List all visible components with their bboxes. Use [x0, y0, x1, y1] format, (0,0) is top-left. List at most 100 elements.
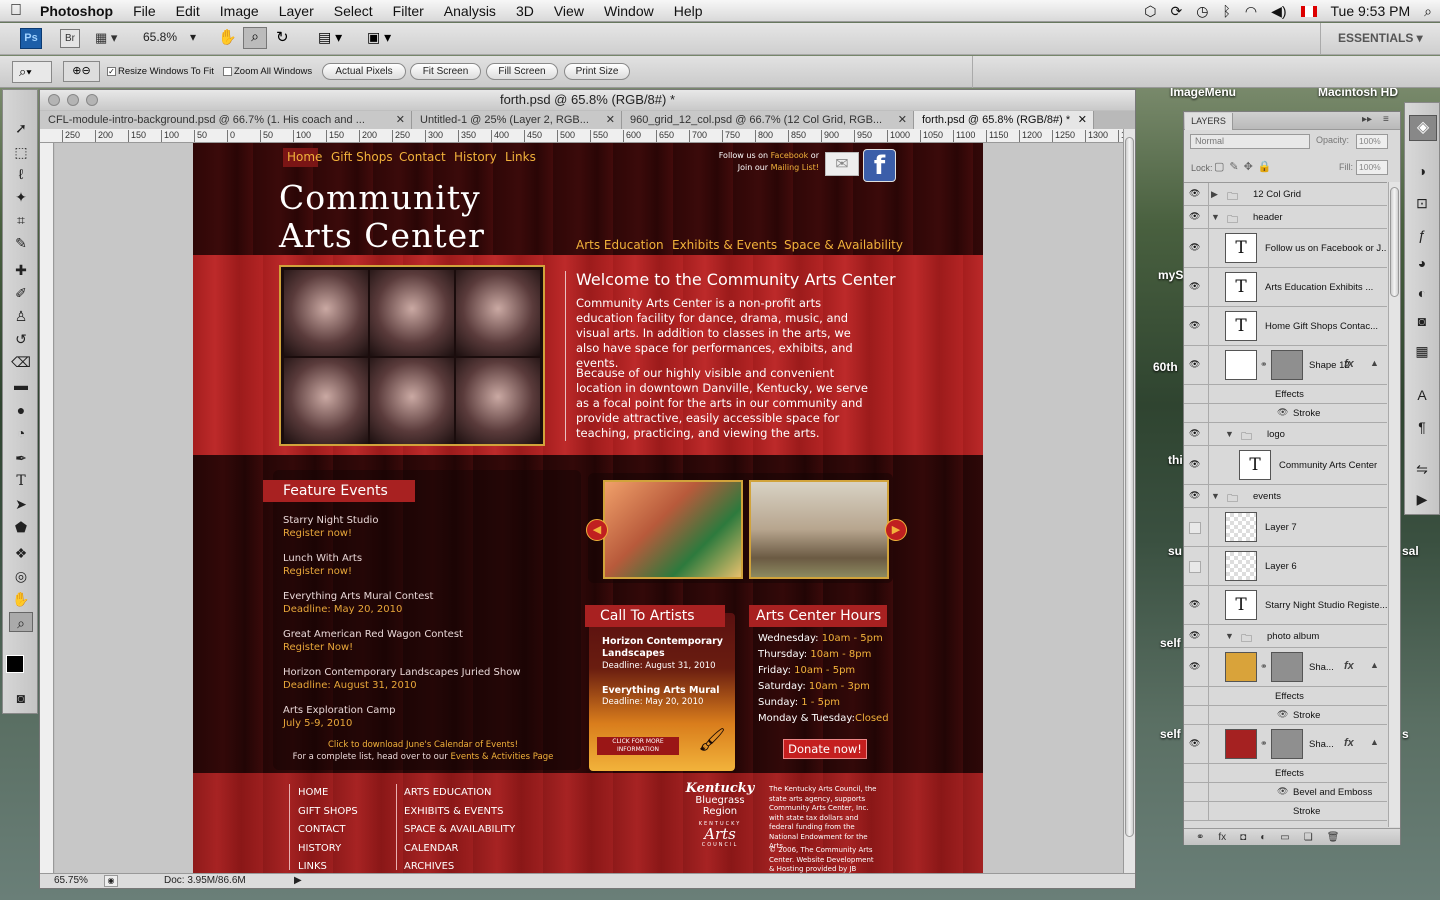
crop-tool-icon[interactable]: ⌗: [9, 210, 33, 230]
nav-contact[interactable]: Contact: [399, 150, 446, 164]
group-expand-icon[interactable]: ▼: [1211, 491, 1220, 501]
visibility-eye-icon[interactable]: 👁: [1189, 242, 1200, 253]
layers-scrollbar-thumb[interactable]: [1390, 187, 1399, 297]
facebook-icon[interactable]: f: [863, 149, 896, 182]
layer-row[interactable]: 👁 Bevel and Emboss: [1184, 783, 1387, 802]
desktop-icon-label[interactable]: s: [1402, 727, 1409, 741]
shape-tool-icon[interactable]: ⬟: [9, 517, 33, 537]
layer-style-icon[interactable]: fx: [1218, 832, 1226, 843]
menu-layer[interactable]: Layer: [269, 3, 324, 19]
eyedropper-tool-icon[interactable]: ✎: [9, 233, 33, 253]
menu-3d[interactable]: 3D: [506, 3, 544, 19]
3d-rotate-tool-icon[interactable]: ❖: [9, 543, 33, 563]
screen-mode-icon[interactable]: ▣ ▾: [367, 29, 391, 46]
link-layers-icon[interactable]: ⚭: [1196, 832, 1204, 843]
foreground-color-swatch[interactable]: [6, 655, 24, 673]
clone-source-icon[interactable]: ⇋: [1410, 459, 1434, 479]
pen-tool-icon[interactable]: ✒: [9, 448, 33, 468]
time-machine-icon[interactable]: ◷: [1196, 3, 1208, 20]
tab-cfl-module[interactable]: CFL-module-intro-background.psd @ 66.7% …: [40, 111, 412, 129]
layer-row[interactable]: Stroke: [1184, 802, 1387, 821]
visibility-eye-icon[interactable]: 👁: [1189, 428, 1200, 439]
desktop-icon-label[interactable]: self: [1160, 727, 1181, 741]
desktop-icon-label[interactable]: thi: [1168, 453, 1183, 467]
footer-link[interactable]: ARCHIVES: [404, 858, 515, 873]
tab-forth[interactable]: forth.psd @ 65.8% (RGB/8#) * ✕: [914, 111, 1094, 129]
history-brush-tool-icon[interactable]: ↺: [9, 329, 33, 349]
bridge-button[interactable]: Br: [60, 29, 80, 48]
new-layer-icon[interactable]: ❏: [1304, 832, 1313, 843]
fx-icon[interactable]: ƒ: [1410, 225, 1434, 245]
healing-brush-tool-icon[interactable]: ✚: [9, 260, 33, 280]
visibility-eye-icon[interactable]: 👁: [1189, 320, 1200, 331]
adjustments-icon[interactable]: ◐: [1410, 283, 1434, 303]
tool-preset-picker[interactable]: ⌕▾: [12, 61, 52, 83]
status-zoom[interactable]: 65.75%: [54, 874, 88, 888]
clone-stamp-tool-icon[interactable]: ♙: [9, 306, 33, 326]
scrollbar-thumb[interactable]: [1125, 137, 1134, 837]
effect-visibility-icon[interactable]: 👁: [1277, 709, 1288, 720]
click-for-more-button[interactable]: CLICK FOR MORE INFORMATION: [597, 737, 679, 755]
layer-row[interactable]: 👁 ⚭ fx ▲ Shape 12: [1184, 346, 1387, 385]
visibility-eye-icon[interactable]: 👁: [1189, 661, 1200, 672]
collapse-icon[interactable]: ▸▸: [1362, 114, 1372, 125]
event-sub[interactable]: July 5-9, 2010: [283, 718, 396, 729]
layer-row[interactable]: 👁 T Arts Education Exhibits ...: [1184, 268, 1387, 307]
zoom-in-out-icon[interactable]: ⊕⊖: [63, 61, 100, 82]
path-selection-tool-icon[interactable]: ➤: [9, 494, 33, 514]
layer-row[interactable]: 👁 ▼ 🗀 logo: [1184, 423, 1387, 446]
menu-edit[interactable]: Edit: [166, 3, 210, 19]
footer-link[interactable]: ARTS EDUCATION: [404, 784, 515, 803]
desktop-icon-label[interactable]: 60th: [1153, 360, 1178, 374]
3d-panel-icon[interactable]: ◑: [1410, 161, 1434, 181]
donate-button[interactable]: Donate now!: [783, 739, 867, 759]
nav-home[interactable]: Home: [287, 150, 322, 164]
canada-flag-icon[interactable]: [1300, 5, 1317, 17]
mail-icon[interactable]: ✉: [825, 152, 859, 176]
fx-icon[interactable]: fx: [1344, 737, 1354, 749]
rotate-view-icon[interactable]: ↻: [276, 28, 289, 46]
event-item[interactable]: Great American Red Wagon Contest Register…: [283, 629, 463, 653]
zoom-tool-icon[interactable]: ⌕: [243, 27, 267, 49]
layer-row[interactable]: 👁 T Home Gift Shops Contac...: [1184, 307, 1387, 346]
blur-tool-icon[interactable]: ●: [9, 400, 33, 420]
visibility-eye-icon[interactable]: 👁: [1189, 599, 1200, 610]
layer-row[interactable]: 👁 Stroke: [1184, 706, 1387, 725]
sync-icon[interactable]: ⟳: [1171, 3, 1183, 20]
nav-history[interactable]: History: [454, 150, 497, 164]
menu-image[interactable]: Image: [210, 3, 269, 19]
link-icon[interactable]: ⚭: [1260, 738, 1268, 749]
menu-select[interactable]: Select: [324, 3, 383, 19]
layer-row[interactable]: 👁 ▶ 🗀 12 Col Grid: [1184, 183, 1387, 206]
lock-options-icon[interactable]: ▢✎✥🔒: [1214, 160, 1277, 173]
panel-menu-icon[interactable]: ≡: [1383, 114, 1389, 125]
group-expand-icon[interactable]: ▼: [1225, 631, 1234, 641]
menu-window[interactable]: Window: [594, 3, 664, 19]
event-item[interactable]: Lunch With Arts Register now!: [283, 553, 362, 577]
delete-layer-icon[interactable]: 🗑: [1327, 832, 1340, 843]
visibility-eye-icon[interactable]: 👁: [1189, 738, 1200, 749]
fill-screen-button[interactable]: Fill Screen: [486, 63, 558, 80]
layer-row[interactable]: 👁 T Follow us on Facebook or J...: [1184, 229, 1387, 268]
visibility-eye-icon[interactable]: 👁: [1189, 490, 1200, 501]
volume-icon[interactable]: ◀): [1271, 3, 1286, 20]
group-expand-icon[interactable]: ▶: [1211, 189, 1218, 200]
layer-row[interactable]: Effects: [1184, 385, 1387, 404]
grid-icon[interactable]: ▦: [1410, 341, 1434, 361]
wifi-icon[interactable]: ◠: [1245, 3, 1257, 20]
workspace-switcher[interactable]: ESSENTIALS ▾: [1338, 31, 1423, 45]
calendar-download-link[interactable]: Click to download June's Calendar of Eve…: [283, 740, 563, 750]
gradient-tool-icon[interactable]: ▬: [9, 375, 33, 395]
event-sub[interactable]: Deadline: May 20, 2010: [283, 604, 433, 615]
desktop-icon-label[interactable]: self: [1160, 636, 1181, 650]
visibility-eye-icon[interactable]: 👁: [1189, 359, 1200, 370]
swatches-icon[interactable]: ◕: [1410, 253, 1434, 273]
opacity-input[interactable]: 100%: [1356, 134, 1388, 149]
character-panel-icon[interactable]: A: [1410, 385, 1434, 405]
actual-pixels-button[interactable]: Actual Pixels: [322, 63, 406, 80]
close-window-button[interactable]: [48, 94, 60, 106]
eraser-tool-icon[interactable]: ⌫: [9, 352, 33, 372]
desktop-icon-label[interactable]: myS: [1158, 268, 1183, 282]
canvas-area[interactable]: Home Gift Shops Contact History Links Fo…: [55, 143, 1123, 873]
layer-row[interactable]: 👁 Stroke: [1184, 404, 1387, 423]
